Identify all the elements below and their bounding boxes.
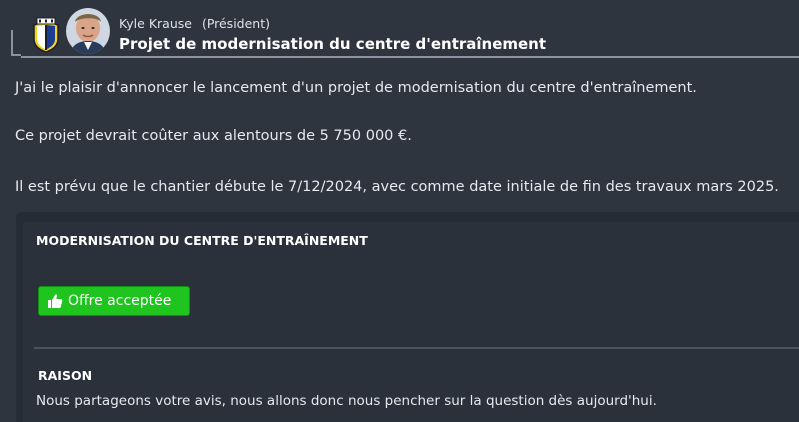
sender-role: (Président)	[201, 16, 270, 31]
sender-line: Kyle Krause (Président)	[119, 16, 270, 31]
club-crest-icon	[33, 17, 59, 53]
thumbs-up-icon	[48, 294, 63, 308]
reason-heading: RAISON	[38, 368, 93, 383]
reason-text: Nous partageons votre avis, nous allons …	[36, 393, 657, 409]
message-paragraph-3: Il est prévu que le chantier débute le 7…	[15, 179, 779, 195]
project-card-panel	[23, 222, 799, 422]
message-header: Kyle Krause (Président) Projet de modern…	[0, 0, 799, 66]
sender-name[interactable]: Kyle Krause	[119, 16, 192, 31]
offer-accepted-button[interactable]: Offre acceptée	[38, 286, 190, 316]
avatar-photo-icon	[66, 8, 110, 54]
header-divider	[21, 56, 799, 58]
message-paragraph-2: Ce projet devrait coûter aux alentours d…	[15, 128, 412, 144]
sender-avatar[interactable]	[66, 8, 110, 54]
offer-accepted-label: Offre acceptée	[68, 293, 172, 309]
message-paragraph-1: J'ai le plaisir d'annoncer le lancement …	[15, 80, 697, 96]
header-bracket	[11, 30, 21, 56]
project-card-title: MODERNISATION DU CENTRE D'ENTRAÎNEMENT	[36, 233, 368, 248]
card-divider	[34, 347, 799, 349]
message-subject: Projet de modernisation du centre d'entr…	[119, 35, 547, 53]
